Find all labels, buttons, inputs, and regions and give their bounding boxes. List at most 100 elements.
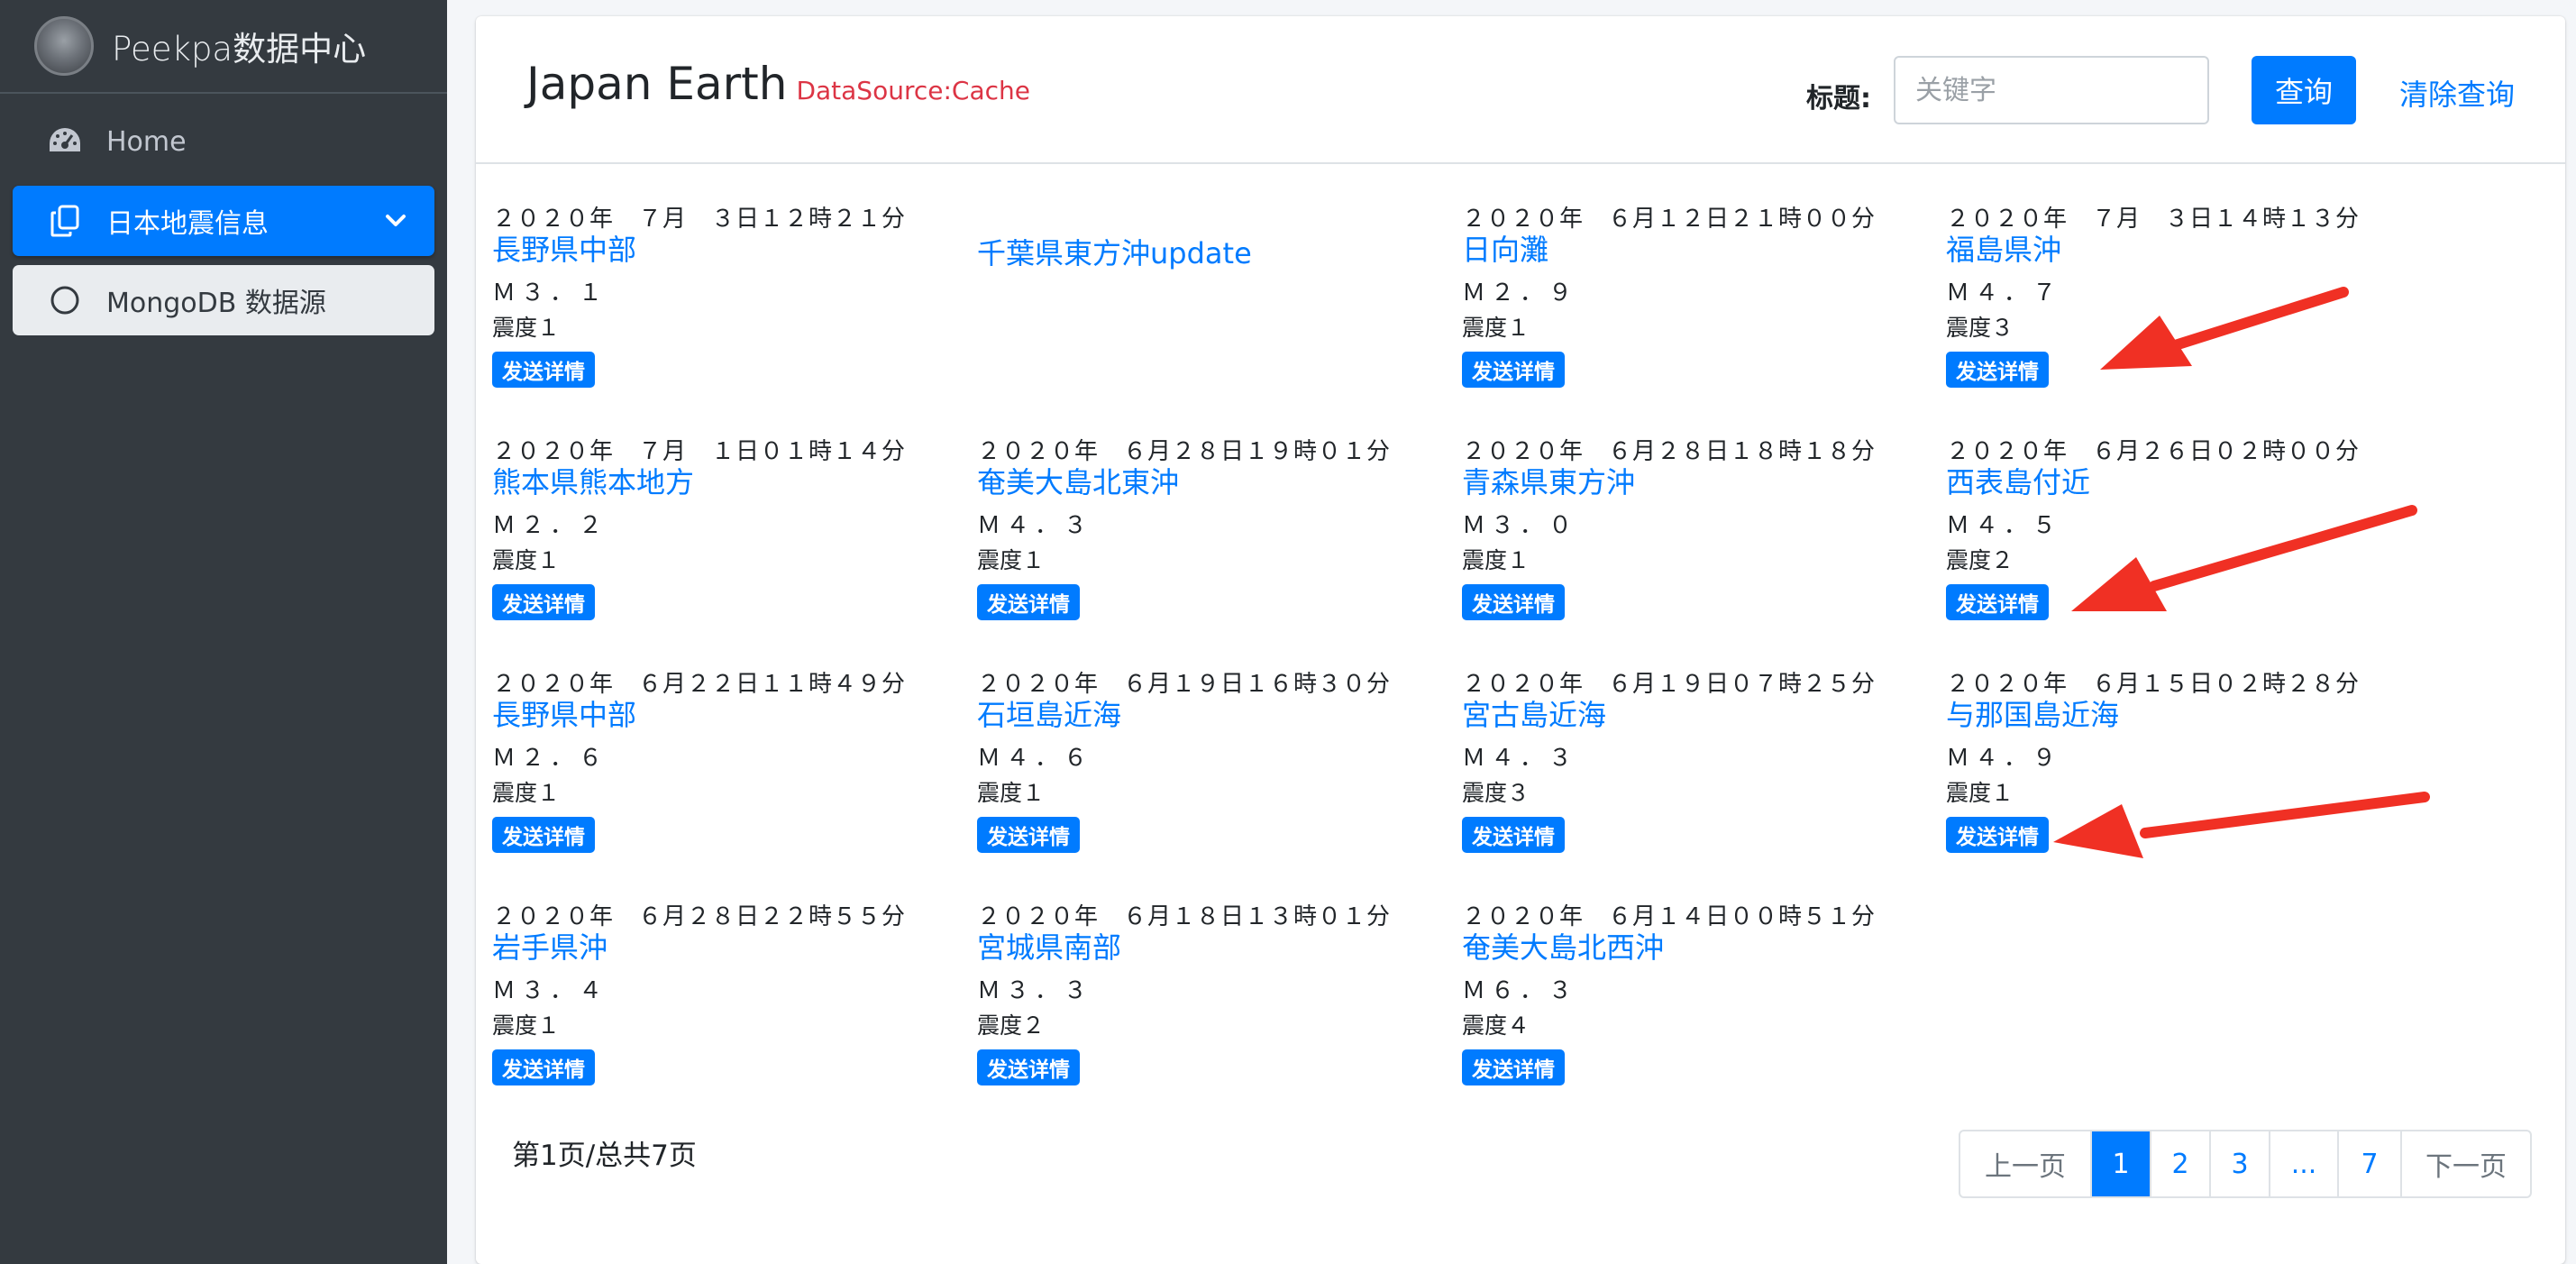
quake-place-link[interactable]: 青森県東方沖 bbox=[1462, 460, 1635, 501]
quake-place-link[interactable]: 岩手県沖 bbox=[492, 925, 607, 966]
quake-place-link[interactable]: 熊本県熊本地方 bbox=[492, 460, 694, 501]
sidebar-item-label: Home bbox=[106, 125, 187, 158]
quake-intensity: 震度１ bbox=[1946, 780, 2014, 806]
pagination: 上一页 1 2 3 ... 7 下一页 bbox=[1959, 1130, 2532, 1198]
sidebar-item-label: 日本地震信息 bbox=[106, 208, 269, 240]
sidebar-item-mongodb[interactable]: MongoDB 数据源 bbox=[13, 265, 434, 335]
clear-query-button[interactable]: 清除查询 bbox=[2399, 72, 2515, 114]
quake-place-link[interactable]: 千葉県東方沖update bbox=[977, 231, 1252, 272]
quake-place-link[interactable]: 長野県中部 bbox=[492, 692, 636, 734]
sidebar-item-japan-earthquake[interactable]: 日本地震信息 bbox=[13, 186, 434, 256]
quake-card: ２０２０年 ６月１８日１３時０１分 宮城県南部 Ｍ３．３ 震度２ 发送详情 bbox=[977, 898, 1428, 1114]
sidebar-nav: Home 日本地震信息 MongoDB 数据源 bbox=[0, 94, 447, 357]
send-detail-button[interactable]: 发送详情 bbox=[977, 584, 1080, 620]
quake-magnitude: Ｍ２．２ bbox=[492, 512, 608, 539]
quake-magnitude: Ｍ４．３ bbox=[1462, 745, 1578, 772]
quake-intensity: 震度４ bbox=[1462, 1012, 1530, 1039]
send-detail-button[interactable]: 发送详情 bbox=[1462, 352, 1565, 388]
quake-card: ２０２０年 ６月２８日２２時５５分 岩手県沖 Ｍ３．４ 震度１ 发送详情 bbox=[492, 898, 943, 1114]
brand[interactable]: Peekpa数据中心 bbox=[0, 0, 447, 94]
quake-magnitude: Ｍ４．５ bbox=[1946, 512, 2062, 539]
copy-icon bbox=[47, 203, 83, 239]
quake-intensity: 震度１ bbox=[492, 315, 561, 341]
card-header: Japan Earth DataSource:Cache 标题: 查询 清除查询 bbox=[476, 16, 2565, 164]
sidebar-item-label: MongoDB 数据源 bbox=[106, 288, 326, 319]
page-title-text: Japan Earth bbox=[526, 58, 788, 110]
quake-place-link[interactable]: 与那国島近海 bbox=[1946, 692, 2119, 734]
quake-place-link[interactable]: 宮古島近海 bbox=[1462, 692, 1606, 734]
quake-intensity: 震度２ bbox=[1946, 547, 2014, 573]
quake-place-link[interactable]: 石垣島近海 bbox=[977, 692, 1121, 734]
quake-intensity: 震度１ bbox=[492, 547, 561, 573]
quake-card: ２０２０年 ７月 １日０１時１４分 熊本県熊本地方 Ｍ２．２ 震度１ 发送详情 bbox=[492, 433, 943, 649]
quake-magnitude: Ｍ３．４ bbox=[492, 977, 608, 1004]
next-page-button[interactable]: 下一页 bbox=[2400, 1131, 2530, 1196]
quake-place-link[interactable]: 日向灘 bbox=[1462, 227, 1548, 269]
quake-magnitude: Ｍ６．３ bbox=[1462, 977, 1578, 1004]
circle-icon bbox=[47, 282, 83, 318]
page-2-button[interactable]: 2 bbox=[2150, 1131, 2209, 1196]
send-detail-button[interactable]: 发送详情 bbox=[492, 1049, 595, 1085]
quake-magnitude: Ｍ４．７ bbox=[1946, 279, 2062, 307]
dashboard-icon bbox=[47, 124, 83, 160]
quake-intensity: 震度２ bbox=[977, 1012, 1046, 1039]
search-label: 标题: bbox=[1806, 83, 1871, 114]
page-7-button[interactable]: 7 bbox=[2337, 1131, 2400, 1196]
quake-intensity: 震度１ bbox=[977, 780, 1046, 806]
quake-card: ２０２０年 ６月１５日０２時２８分 与那国島近海 Ｍ４．９ 震度１ 发送详情 bbox=[1946, 665, 2397, 882]
quake-magnitude: Ｍ３．３ bbox=[977, 977, 1093, 1004]
send-detail-button[interactable]: 发送详情 bbox=[1946, 817, 2049, 853]
quake-place-link[interactable]: 福島県沖 bbox=[1946, 227, 2061, 269]
send-detail-button[interactable]: 发送详情 bbox=[977, 1049, 1080, 1085]
brand-title: Peekpa数据中心 bbox=[112, 30, 367, 69]
sidebar: Peekpa数据中心 Home 日本地震信息 MongoDB 数据源 bbox=[0, 0, 447, 1264]
quake-place-link[interactable]: 奄美大島北西沖 bbox=[1462, 925, 1664, 966]
prev-page-button[interactable]: 上一页 bbox=[1960, 1131, 2090, 1196]
quake-intensity: 震度３ bbox=[1462, 780, 1530, 806]
sidebar-item-home[interactable]: Home bbox=[13, 106, 434, 177]
page-3-button[interactable]: 3 bbox=[2209, 1131, 2269, 1196]
page-info: 第1页/总共7页 bbox=[512, 1140, 697, 1172]
quake-magnitude: Ｍ３．１ bbox=[492, 279, 608, 307]
send-detail-button[interactable]: 发送详情 bbox=[1462, 1049, 1565, 1085]
quake-magnitude: Ｍ３．０ bbox=[1462, 512, 1578, 539]
quake-magnitude: Ｍ４．６ bbox=[977, 745, 1093, 772]
quake-place-link[interactable]: 奄美大島北東沖 bbox=[977, 460, 1179, 501]
quake-intensity: 震度１ bbox=[1462, 547, 1530, 573]
avatar bbox=[34, 16, 94, 76]
quake-magnitude: Ｍ４．３ bbox=[977, 512, 1093, 539]
quake-intensity: 震度１ bbox=[1462, 315, 1530, 341]
send-detail-button[interactable]: 发送详情 bbox=[1462, 817, 1565, 853]
quake-magnitude: Ｍ２．６ bbox=[492, 745, 608, 772]
quake-place-link[interactable]: 宮城県南部 bbox=[977, 925, 1121, 966]
quake-card: 千葉県東方沖update bbox=[977, 200, 1428, 417]
quake-card: ２０２０年 ６月１９日０７時２５分 宮古島近海 Ｍ４．３ 震度３ 发送详情 bbox=[1462, 665, 1913, 882]
main-card: Japan EarthDataSource:Cache 标题: 查询 清除查询 … bbox=[476, 16, 2565, 1264]
quake-card: ２０２０年 ７月 ３日１４時１３分 福島県沖 Ｍ４．７ 震度３ 发送详情 bbox=[1946, 200, 2397, 417]
page-ellipsis[interactable]: ... bbox=[2269, 1131, 2337, 1196]
quake-card: ２０２０年 ７月 ３日１２時２１分 長野県中部 Ｍ３．１ 震度１ 发送详情 bbox=[492, 200, 943, 417]
quake-magnitude: Ｍ２．９ bbox=[1462, 279, 1578, 307]
search-input[interactable] bbox=[1894, 56, 2209, 124]
quake-magnitude: Ｍ４．９ bbox=[1946, 745, 2062, 772]
query-button[interactable]: 查询 bbox=[2252, 56, 2356, 124]
quake-card: ２０２０年 ６月２８日１８時１８分 青森県東方沖 Ｍ３．０ 震度１ 发送详情 bbox=[1462, 433, 1913, 649]
page-1-button[interactable]: 1 bbox=[2090, 1131, 2150, 1196]
quake-intensity: 震度３ bbox=[1946, 315, 2014, 341]
quake-intensity: 震度１ bbox=[492, 780, 561, 806]
quake-card: ２０２０年 ６月２６日０２時００分 西表島付近 Ｍ４．５ 震度２ 发送详情 bbox=[1946, 433, 2397, 649]
send-detail-button[interactable]: 发送详情 bbox=[492, 584, 595, 620]
quake-place-link[interactable]: 長野県中部 bbox=[492, 227, 636, 269]
chevron-down-icon bbox=[384, 206, 407, 243]
send-detail-button[interactable]: 发送详情 bbox=[492, 817, 595, 853]
quake-place-link[interactable]: 西表島付近 bbox=[1946, 460, 2090, 501]
quake-card: ２０２０年 ６月２８日１９時０１分 奄美大島北東沖 Ｍ４．３ 震度１ 发送详情 bbox=[977, 433, 1428, 649]
send-detail-button[interactable]: 发送详情 bbox=[492, 352, 595, 388]
quake-card: ２０２０年 ６月２２日１１時４９分 長野県中部 Ｍ２．６ 震度１ 发送详情 bbox=[492, 665, 943, 882]
quake-card: ２０２０年 ６月１２日２１時００分 日向灘 Ｍ２．９ 震度１ 发送详情 bbox=[1462, 200, 1913, 417]
send-detail-button[interactable]: 发送详情 bbox=[1946, 584, 2049, 620]
send-detail-button[interactable]: 发送详情 bbox=[1462, 584, 1565, 620]
send-detail-button[interactable]: 发送详情 bbox=[1946, 352, 2049, 388]
send-detail-button[interactable]: 发送详情 bbox=[977, 817, 1080, 853]
quake-card: ２０２０年 ６月１９日１６時３０分 石垣島近海 Ｍ４．６ 震度１ 发送详情 bbox=[977, 665, 1428, 882]
